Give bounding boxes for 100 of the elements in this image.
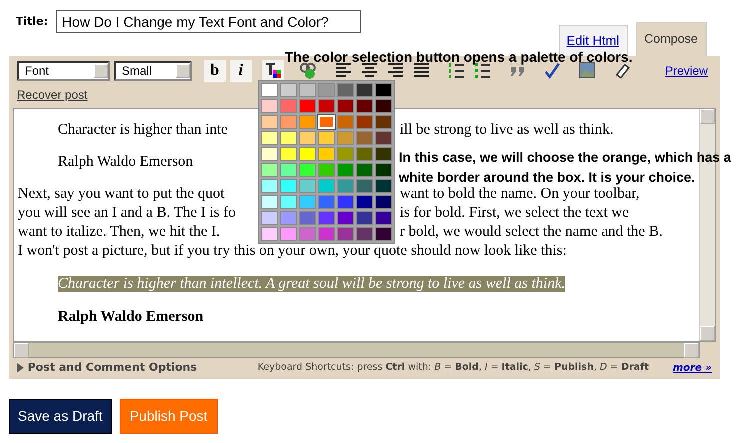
color-swatch[interactable]: [299, 98, 316, 113]
bold-button[interactable]: b: [204, 60, 226, 82]
color-swatch[interactable]: [337, 114, 354, 129]
color-swatch[interactable]: [299, 210, 316, 225]
color-swatch[interactable]: [280, 178, 297, 193]
color-swatch[interactable]: [375, 146, 392, 161]
text-line: want to bold the name. On your toolbar,: [400, 185, 640, 204]
more-link[interactable]: more »: [673, 360, 712, 376]
color-swatch[interactable]: [356, 130, 373, 145]
color-swatch[interactable]: [318, 98, 335, 113]
color-swatch[interactable]: [337, 162, 354, 177]
color-swatch[interactable]: [261, 114, 278, 129]
italic-button[interactable]: i: [230, 60, 252, 82]
recover-post-link[interactable]: Recover post: [17, 86, 88, 104]
triangle-icon: [17, 362, 24, 373]
color-swatch[interactable]: [261, 178, 278, 193]
color-swatch[interactable]: [280, 210, 297, 225]
text-line: is for bold. First, we select the text we: [400, 204, 630, 223]
color-picker-menu[interactable]: [258, 80, 395, 244]
color-swatch[interactable]: [299, 114, 316, 129]
color-swatch[interactable]: [356, 82, 373, 97]
color-swatch[interactable]: [261, 130, 278, 145]
color-swatch[interactable]: [299, 146, 316, 161]
color-swatch[interactable]: [299, 162, 316, 177]
color-swatch[interactable]: [318, 226, 335, 241]
color-swatch[interactable]: [261, 226, 278, 241]
color-swatch[interactable]: [337, 98, 354, 113]
text-color-icon[interactable]: [264, 61, 282, 80]
color-swatch[interactable]: [337, 146, 354, 161]
horizontal-scrollbar[interactable]: [13, 342, 700, 358]
color-swatch[interactable]: [356, 178, 373, 193]
color-swatch[interactable]: [299, 130, 316, 145]
color-swatch[interactable]: [337, 82, 354, 97]
color-swatch[interactable]: [261, 98, 278, 113]
size-select[interactable]: Small: [114, 60, 192, 81]
color-swatch[interactable]: [280, 114, 297, 129]
color-swatch[interactable]: [318, 194, 335, 209]
post-options-toggle[interactable]: Post and Comment Options: [17, 360, 198, 376]
save-draft-button[interactable]: Save as Draft: [9, 399, 112, 434]
color-swatch[interactable]: [280, 146, 297, 161]
picture-icon[interactable]: [578, 61, 596, 80]
color-swatch[interactable]: [299, 178, 316, 193]
color-swatch[interactable]: [318, 178, 335, 193]
numbered-list-icon[interactable]: [446, 61, 466, 80]
color-swatch[interactable]: [261, 82, 278, 97]
text-line: Character is higher than inte: [58, 122, 228, 138]
text-line: ill be strong to live as well as think.: [400, 120, 614, 140]
color-swatch[interactable]: [318, 162, 335, 177]
text-line: Ralph Waldo Emerson: [58, 308, 204, 325]
color-swatch[interactable]: [337, 210, 354, 225]
color-swatch[interactable]: [337, 130, 354, 145]
color-swatch[interactable]: [375, 162, 392, 177]
color-swatch[interactable]: [375, 114, 392, 129]
color-swatch[interactable]: [318, 210, 335, 225]
color-swatch[interactable]: [261, 194, 278, 209]
color-swatch[interactable]: [337, 226, 354, 241]
color-swatch[interactable]: [280, 130, 297, 145]
color-swatch[interactable]: [299, 194, 316, 209]
color-swatch[interactable]: [375, 82, 392, 97]
text-line: I won't post a picture, but if you try this on your own, your quote should now look like this:: [18, 242, 567, 259]
color-swatch[interactable]: [356, 226, 373, 241]
color-swatch[interactable]: [375, 130, 392, 145]
color-swatch[interactable]: [299, 82, 316, 97]
color-swatch[interactable]: [280, 162, 297, 177]
color-swatch[interactable]: [318, 146, 335, 161]
link-icon[interactable]: [298, 61, 318, 80]
color-swatch[interactable]: [356, 114, 373, 129]
color-swatch[interactable]: [356, 146, 373, 161]
font-select[interactable]: Font: [17, 60, 110, 81]
color-swatch[interactable]: [280, 98, 297, 113]
color-swatch[interactable]: [375, 210, 392, 225]
color-swatch[interactable]: [261, 162, 278, 177]
annotation-text: white border around the box. It is your choice.: [399, 168, 696, 187]
color-swatch[interactable]: [280, 226, 297, 241]
preview-link[interactable]: Preview: [665, 62, 708, 80]
color-swatch[interactable]: [318, 82, 335, 97]
color-swatch[interactable]: [356, 194, 373, 209]
color-swatch[interactable]: [356, 210, 373, 225]
highlighted-text: Character is higher than intellect. A great soul will be strong to live as well as think.: [58, 276, 566, 292]
color-swatch[interactable]: [375, 226, 392, 241]
color-swatch[interactable]: [318, 130, 335, 145]
keyboard-shortcuts-text: Keyboard Shortcuts: press Ctrl with: B = Bold, I = Italic, S = Publish, D = Draft: [258, 360, 650, 375]
title-field[interactable]: How Do I Change my Text Font and Color?: [56, 10, 362, 33]
color-swatch[interactable]: [356, 162, 373, 177]
color-swatch[interactable]: [280, 82, 297, 97]
color-swatch[interactable]: [261, 146, 278, 161]
color-swatch[interactable]: [375, 98, 392, 113]
color-swatch[interactable]: [337, 194, 354, 209]
text-line: r bold, we would select the name and the B.: [400, 222, 663, 242]
color-swatch[interactable]: [299, 226, 316, 241]
tab[interactable]: Compose: [636, 22, 707, 56]
color-swatch[interactable]: [261, 210, 278, 225]
color-swatch[interactable]: [375, 178, 392, 193]
text-line: Ralph Waldo Emerson: [58, 154, 194, 170]
color-swatch[interactable]: [337, 178, 354, 193]
color-swatch[interactable]: [280, 194, 297, 209]
text-line: want to italize. Then, we hit the I.: [18, 224, 220, 240]
color-swatch[interactable]: [375, 194, 392, 209]
color-swatch[interactable]: [356, 98, 373, 113]
text-line: Next, say you want to put the quot: [18, 186, 225, 202]
